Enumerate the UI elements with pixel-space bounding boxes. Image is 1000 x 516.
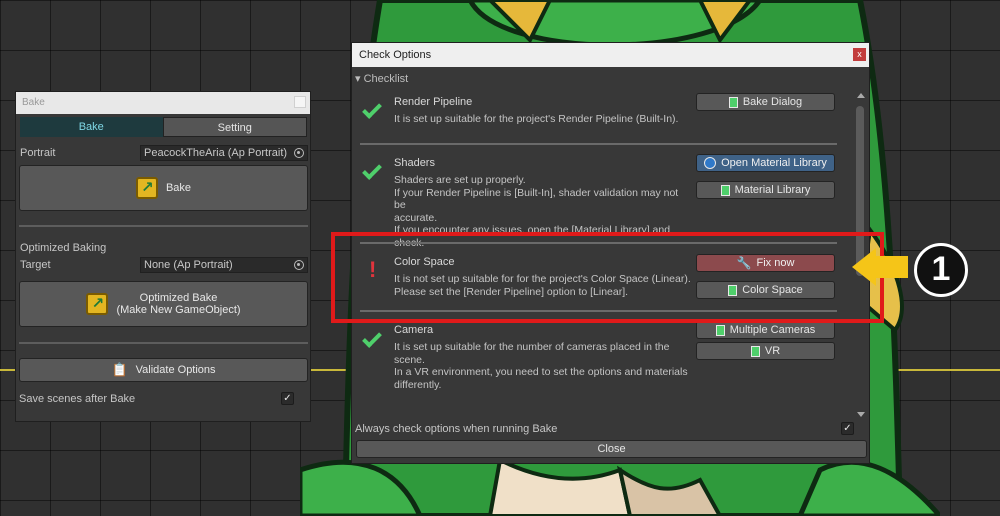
- optimized-bake-label: Optimized Bake (Make New GameObject): [116, 292, 240, 316]
- camera-title: Camera: [394, 324, 434, 336]
- optimized-bake-label-line1: Optimized Bake: [139, 292, 218, 304]
- pointer-arrow-head: [852, 248, 876, 286]
- checklist-header[interactable]: ▾ Checklist: [355, 72, 408, 85]
- bake-window: Bake Bake Setting Portrait PeacockTheAri…: [15, 91, 311, 422]
- check-options-titlebar: Check Options x: [352, 43, 869, 67]
- document-icon: [728, 96, 738, 108]
- desc-line: differently.: [394, 378, 442, 391]
- object-picker-icon[interactable]: [294, 260, 304, 270]
- foldout-arrow-icon: ▾: [355, 73, 361, 85]
- check-ok-icon: [362, 99, 382, 119]
- desc-line: If your Render Pipeline is [Built-In], s…: [394, 186, 679, 212]
- tab-bake[interactable]: Bake: [20, 117, 163, 137]
- desc-line: It is set up suitable for the project's …: [394, 113, 679, 125]
- bake-window-title: Bake: [22, 97, 45, 108]
- bake-icon: [135, 177, 158, 199]
- desc-line: accurate.: [394, 211, 438, 224]
- check-options-close-x[interactable]: x: [853, 48, 866, 61]
- material-library-label: Material Library: [734, 184, 811, 196]
- material-library-icon: [704, 157, 717, 169]
- optimized-bake-icon: [86, 293, 109, 315]
- save-scenes-label: Save scenes after Bake: [19, 393, 136, 405]
- optimized-bake-button[interactable]: Optimized Bake (Make New GameObject): [19, 281, 308, 327]
- close-button[interactable]: Close: [356, 440, 867, 458]
- validate-options-label: Validate Options: [135, 364, 216, 376]
- bake-window-close-button[interactable]: [294, 96, 306, 108]
- desc-line: In a VR environment, you need to set the…: [394, 366, 688, 378]
- pointer-arrow-body: [874, 256, 908, 278]
- bake-button-label: Bake: [165, 182, 192, 194]
- object-picker-icon[interactable]: [294, 148, 304, 158]
- always-check-checkbox[interactable]: ✓: [841, 422, 854, 435]
- optimized-bake-label-line2: (Make New GameObject): [116, 304, 241, 316]
- tab-setting[interactable]: Setting: [162, 117, 307, 137]
- bake-tabs: Bake Setting: [20, 117, 307, 137]
- portrait-value: PeacockTheAria (Ap Portrait): [144, 147, 288, 159]
- camera-desc: It is set up suitable for the number of …: [394, 341, 692, 391]
- vr-button[interactable]: VR: [696, 342, 835, 360]
- divider: [19, 225, 308, 227]
- highlight-box: [331, 232, 884, 323]
- check-options-title: Check Options: [359, 49, 432, 61]
- scroll-down-icon[interactable]: [857, 412, 865, 417]
- open-material-library-label: Open Material Library: [721, 157, 827, 169]
- desc-line: scene.: [394, 353, 425, 366]
- document-icon: [720, 184, 730, 196]
- document-icon: [715, 324, 725, 336]
- desc-line: It is set up suitable for the number of …: [394, 341, 670, 353]
- divider: [19, 342, 308, 344]
- bake-button[interactable]: Bake: [19, 165, 308, 211]
- checklist-header-label: Checklist: [363, 73, 409, 85]
- target-field[interactable]: None (Ap Portrait): [140, 257, 308, 273]
- section-divider: [360, 143, 837, 145]
- multiple-cameras-button[interactable]: Multiple Cameras: [696, 321, 835, 339]
- open-material-library-button[interactable]: Open Material Library: [696, 154, 835, 172]
- document-icon: [750, 345, 760, 357]
- shaders-title: Shaders: [394, 157, 435, 169]
- render-pipeline-desc: It is set up suitable for the project's …: [394, 113, 692, 126]
- material-library-button[interactable]: Material Library: [696, 181, 835, 199]
- clipboard-check-icon: 📋: [111, 362, 128, 377]
- render-pipeline-title: Render Pipeline: [394, 96, 473, 108]
- save-scenes-checkbox[interactable]: ✓: [281, 392, 294, 405]
- desc-line: Shaders are set up properly.: [394, 174, 526, 186]
- vr-label: VR: [764, 345, 781, 357]
- check-ok-icon: [362, 160, 382, 180]
- always-check-label: Always check options when running Bake: [355, 423, 558, 435]
- check-ok-icon: [362, 328, 382, 348]
- bake-dialog-label: Bake Dialog: [742, 96, 803, 108]
- target-value: None (Ap Portrait): [144, 259, 233, 271]
- portrait-field[interactable]: PeacockTheAria (Ap Portrait): [140, 145, 308, 161]
- portrait-label: Portrait: [20, 147, 56, 159]
- scroll-up-icon[interactable]: [857, 93, 865, 98]
- bake-dialog-button[interactable]: Bake Dialog: [696, 93, 835, 111]
- bake-window-titlebar: Bake: [16, 92, 310, 114]
- validate-options-button[interactable]: 📋 Validate Options: [19, 358, 308, 382]
- target-label: Target: [20, 259, 51, 271]
- optimized-baking-label: Optimized Baking: [20, 242, 107, 254]
- step-number-badge: 1: [914, 243, 968, 297]
- multiple-cameras-label: Multiple Cameras: [729, 324, 816, 336]
